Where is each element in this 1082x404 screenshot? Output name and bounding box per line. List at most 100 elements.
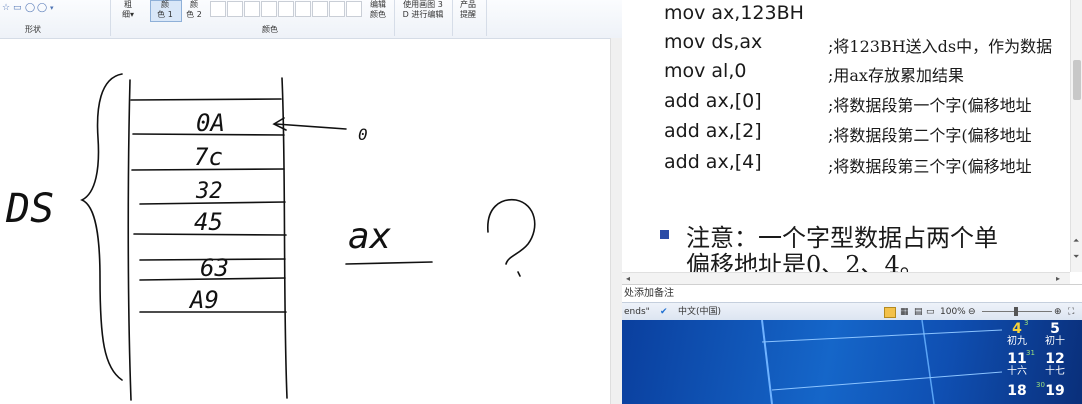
zoom-level[interactable]: 100% xyxy=(940,303,966,321)
shapes-group-label: 形状 xyxy=(25,25,41,34)
calendar-day-number: 5 xyxy=(1050,321,1060,337)
code-line: mov al,0 xyxy=(664,60,747,82)
paint-ribbon: ☆ ▭ ◯ ◯ ▾ 形状 粗 细▾ 颜 色 1 颜 色 2 颜色 编辑 颜色 使… xyxy=(0,0,622,39)
memory-cell-value: 0A xyxy=(196,109,225,137)
color-swatch[interactable] xyxy=(244,1,260,17)
product-alert-button[interactable]: 产品 提醒 xyxy=(456,0,480,20)
register-underline xyxy=(345,261,433,265)
normal-view-icon[interactable] xyxy=(884,307,896,318)
next-slide-icon[interactable]: ⏷ xyxy=(1073,252,1079,262)
code-comment: ;将数据段第二个字(偏移地址 xyxy=(828,126,1032,145)
language-label[interactable]: 中文(中国) xyxy=(678,303,721,321)
code-line: add ax,[2] xyxy=(664,120,762,142)
reading-view-icon[interactable]: ▤ xyxy=(914,303,923,321)
color-swatch[interactable] xyxy=(295,1,311,17)
calendar-solar-term: 30 xyxy=(1036,381,1045,389)
scroll-right-icon[interactable]: ▸ xyxy=(1056,274,1060,283)
segment-label: DS xyxy=(5,186,54,232)
calendar-day-number: 12 xyxy=(1045,351,1065,367)
edit-colors-button[interactable]: 编辑 颜色 xyxy=(366,0,390,20)
memory-cell-value: 7c xyxy=(194,143,223,171)
shapes-dropdown-icon[interactable]: ▾ xyxy=(50,4,54,12)
notes-placeholder[interactable]: 处添加备注 xyxy=(624,288,674,299)
ribbon-separator xyxy=(110,0,111,36)
calendar-day[interactable]: 12 十七 xyxy=(1042,352,1068,377)
memory-cell-value: A9 xyxy=(188,286,219,314)
fit-to-window-icon[interactable]: ⛶ xyxy=(1068,303,1074,321)
zoom-in-icon[interactable]: ⊕ xyxy=(1054,303,1062,321)
pointer-offset-label: 0 xyxy=(358,125,368,144)
register-label: ax xyxy=(348,216,392,257)
memory-cell-value: 45 xyxy=(194,208,223,236)
slide-sorter-icon[interactable]: ▦ xyxy=(900,303,909,321)
calendar-solar-term: 3 xyxy=(1024,320,1029,327)
color-swatch[interactable] xyxy=(227,1,243,17)
slide-vertical-scrollbar[interactable]: ⏶ ⏷ xyxy=(1070,0,1082,272)
calendar-day-number: 19 xyxy=(1045,383,1065,399)
calendar-lunar-label: 十六 xyxy=(1007,366,1027,377)
cell-line xyxy=(130,98,282,101)
spellcheck-icon[interactable]: ✔ xyxy=(660,303,668,321)
code-line: add ax,[4] xyxy=(664,151,762,173)
colors-group-label: 颜色 xyxy=(262,25,278,34)
ribbon-separator xyxy=(394,0,395,36)
code-comment: ;将数据段第一个字(偏移地址 xyxy=(828,96,1032,115)
calendar-day-number: 18 xyxy=(1007,383,1027,399)
calendar-day[interactable]: 18 xyxy=(1004,384,1030,398)
zoom-out-icon[interactable]: ⊖ xyxy=(968,303,976,321)
memory-left-border xyxy=(127,79,132,401)
paint-window: ☆ ▭ ◯ ◯ ▾ 形状 粗 细▾ 颜 色 1 颜 色 2 颜色 编辑 颜色 使… xyxy=(0,0,623,404)
scroll-thumb[interactable] xyxy=(1073,60,1081,100)
color-swatch[interactable] xyxy=(278,1,294,17)
star-shape-icon[interactable]: ☆ xyxy=(2,3,10,13)
calendar-day[interactable]: 11 十六 31 xyxy=(1004,349,1035,377)
notes-pane[interactable]: 处添加备注 xyxy=(622,284,1082,302)
segment-brace xyxy=(80,73,123,381)
desktop-background: 4 初九 3 5 初十 11 十六 31 12 十七 18 19 30 xyxy=(622,320,1082,404)
calendar-lunar-label: 初九 xyxy=(1007,336,1027,347)
cloud-callout-shape-icon[interactable]: ◯ xyxy=(37,3,47,13)
status-bar: ends" ✔ 中文(中国) ▦ ▤ ▭ 100% ⊖ ⊕ ⛶ xyxy=(622,302,1082,321)
calendar-lunar-label: 十七 xyxy=(1045,366,1065,377)
note-line: 偏移地址是0、2、4。 xyxy=(686,251,924,272)
calendar-day[interactable]: 5 初十 xyxy=(1042,322,1068,347)
color1-button[interactable]: 颜 色 1 xyxy=(152,0,178,20)
powerpoint-window: mov ax,123BH mov ds,ax ;将123BH送入ds中，作为数据… xyxy=(622,0,1082,404)
question-mark-dot xyxy=(517,271,521,277)
code-line: mov ax,123BH xyxy=(664,2,804,24)
slideshow-icon[interactable]: ▭ xyxy=(926,303,935,321)
paint-canvas[interactable]: 0A 7c 32 45 63 A9 DS 0 ax xyxy=(0,38,610,404)
bullet-square-icon xyxy=(660,230,669,239)
code-line: mov ds,ax xyxy=(664,31,763,53)
color-swatch[interactable] xyxy=(261,1,277,17)
ribbon-separator xyxy=(452,0,453,36)
code-comment: ;用ax存放累加结果 xyxy=(828,66,964,85)
color2-button[interactable]: 颜 色 2 xyxy=(182,0,206,20)
code-comment: ;将123BH送入ds中，作为数据 xyxy=(828,37,1053,56)
callout-shape-icon[interactable]: ▭ xyxy=(13,3,22,13)
code-comment: ;将数据段第三个字(偏移地址 xyxy=(828,157,1032,176)
thickness-button[interactable]: 粗 细▾ xyxy=(116,0,140,20)
oval-callout-shape-icon[interactable]: ◯ xyxy=(25,3,35,13)
calendar-solar-term: 31 xyxy=(1026,349,1035,357)
calendar-day[interactable]: 4 初九 3 xyxy=(1004,320,1030,347)
slide-canvas[interactable]: mov ax,123BH mov ds,ax ;将123BH送入ds中，作为数据… xyxy=(622,0,1070,272)
memory-cell-value: 32 xyxy=(195,179,223,204)
theme-name: ends" xyxy=(624,307,650,317)
ribbon-separator xyxy=(486,0,487,36)
color-swatch[interactable] xyxy=(346,1,362,17)
code-line: add ax,[0] xyxy=(664,90,762,112)
question-mark-curve xyxy=(487,199,536,265)
pointer-arrow-line xyxy=(275,123,347,130)
calendar-day[interactable]: 19 30 xyxy=(1036,381,1068,399)
scroll-left-icon[interactable]: ◂ xyxy=(626,274,630,283)
color-swatch[interactable] xyxy=(329,1,345,17)
zoom-slider-thumb[interactable] xyxy=(1014,307,1018,316)
memory-right-border xyxy=(281,77,288,399)
color-swatch[interactable] xyxy=(210,1,226,17)
color-swatch[interactable] xyxy=(312,1,328,17)
memory-cell-value: 63 xyxy=(200,254,229,282)
prev-slide-icon[interactable]: ⏶ xyxy=(1073,236,1079,246)
calendar-lunar-label: 初十 xyxy=(1045,336,1065,347)
paint3d-button[interactable]: 使用画图 3 D 进行编辑 xyxy=(398,0,448,20)
